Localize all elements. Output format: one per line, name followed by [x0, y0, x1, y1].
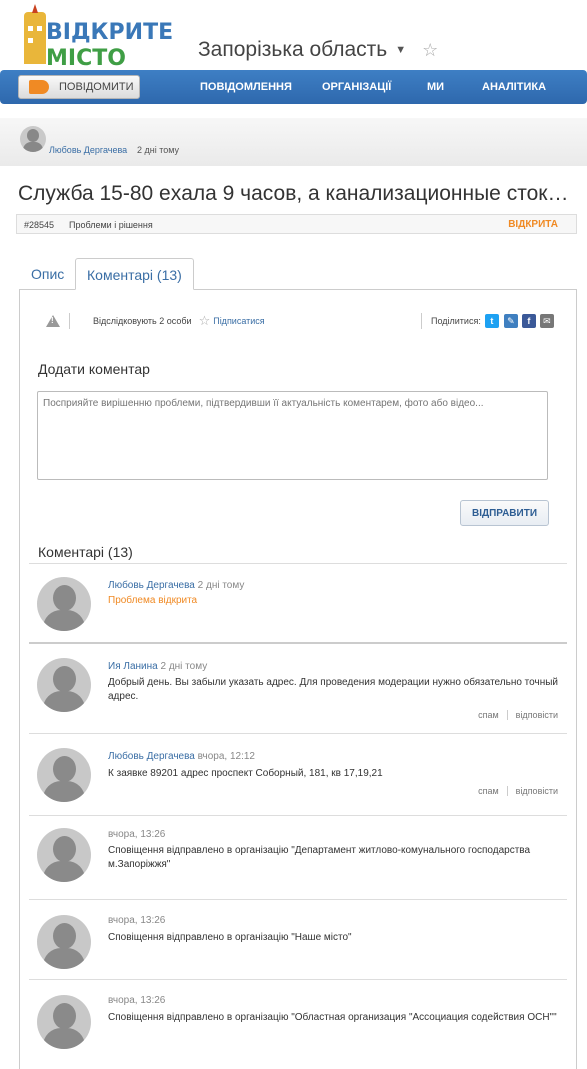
author-time: 2 дні тому — [137, 145, 180, 155]
facebook-icon[interactable]: f — [521, 314, 536, 328]
site-logo[interactable]: ВІДКРИТЕ МІСТО — [18, 4, 173, 71]
report-button-label: ПОВІДОМИТИ — [59, 81, 134, 93]
region-name: Запорізька область — [198, 38, 388, 61]
warning-icon[interactable] — [46, 315, 60, 327]
tab-comments[interactable]: Коментарі (13) — [75, 258, 194, 290]
comment-status: Проблема відкрита — [108, 595, 198, 606]
logo-line1: ВІДКРИТЕ — [46, 20, 174, 45]
comments-heading: Коментарі (13) — [38, 544, 133, 560]
spam-link[interactable]: спам — [478, 710, 499, 720]
author-name[interactable]: Любовь Дергачева — [49, 145, 127, 155]
comment-time: вчора, 13:26 — [108, 915, 166, 926]
reply-link[interactable]: відповісти — [516, 710, 558, 720]
report-button[interactable]: ПОВІДОМИТИ — [18, 75, 140, 99]
star-outline-icon[interactable]: ☆ — [199, 313, 211, 329]
problem-id: #28545 — [24, 220, 55, 230]
add-comment-title: Додати коментар — [38, 361, 150, 377]
list-item: вчора, 13:26 Сповіщення відправлено в ор… — [29, 816, 567, 900]
avatar[interactable] — [37, 577, 91, 631]
list-item: Любовь Дергачева вчора, 12:12 К заявке 8… — [29, 734, 567, 816]
avatar[interactable] — [37, 915, 91, 969]
comment-time: 2 дні тому — [197, 580, 245, 591]
comment-text: Сповіщення відправлено в організацію "Де… — [108, 845, 531, 870]
avatar[interactable] — [20, 126, 46, 152]
page-title: Служба 15-80 exaла 9 часов, а канализаци… — [18, 182, 578, 205]
logo-line2: МІСТО — [46, 46, 126, 71]
nav-item-about[interactable]: МИ — [427, 81, 444, 93]
comment-input[interactable] — [37, 391, 548, 480]
star-outline-icon[interactable]: ☆ — [422, 40, 438, 61]
megaphone-icon — [29, 80, 49, 94]
followers-count: Відслідковують 2 особи — [93, 316, 192, 326]
submit-comment-button[interactable]: ВІДПРАВИТИ — [460, 500, 549, 526]
divider — [421, 313, 422, 329]
caret-down-icon: ▼ — [395, 44, 407, 56]
comment-text: Сповіщення відправлено в організацію "Об… — [108, 1012, 557, 1023]
list-item: Любовь Дергачева 2 дні тому Проблема від… — [29, 564, 567, 644]
list-item: вчора, 13:26 Сповіщення відправлено в ор… — [29, 900, 567, 980]
status-badge: ВІДКРИТА — [508, 219, 558, 230]
comment-author[interactable]: Любовь Дергачева — [108, 751, 195, 762]
share-bar: Поділитися: t ✎ f ✉ — [431, 312, 554, 330]
comment-text: К заявке 89201 адрес проспект Соборный, … — [108, 768, 383, 779]
avatar[interactable] — [37, 828, 91, 882]
nav-item-organizations[interactable]: ОРГАНІЗАЦІЇ — [322, 81, 391, 93]
problem-category[interactable]: Проблеми і рішення — [69, 220, 153, 230]
reply-link[interactable]: відповісти — [516, 786, 558, 796]
nav-item-messages[interactable]: ПОВІДОМЛЕННЯ — [200, 81, 292, 93]
tab-description[interactable]: Опис — [20, 258, 75, 290]
avatar[interactable] — [37, 658, 91, 712]
spam-link[interactable]: спам — [478, 786, 499, 796]
vk-icon[interactable]: ✎ — [503, 314, 518, 328]
nav-item-analytics[interactable]: АНАЛІТИКА — [482, 81, 546, 93]
comment-text: Сповіщення відправлено в організацію "На… — [108, 932, 352, 943]
author-strip: Любовь Дергачева 2 дні тому — [0, 118, 587, 166]
email-icon[interactable]: ✉ — [539, 314, 554, 328]
subscribe-link[interactable]: Підписатися — [213, 316, 264, 326]
problem-meta-bar: #28545 Проблеми і рішення ВІДКРИТА — [16, 214, 577, 234]
divider — [69, 313, 70, 329]
twitter-icon[interactable]: t — [484, 314, 499, 328]
comment-time: вчора, 12:12 — [197, 751, 255, 762]
comment-time: вчора, 13:26 — [108, 829, 166, 840]
list-item: Ия Ланина 2 дні тому Добрый день. Вы заб… — [29, 644, 567, 734]
avatar[interactable] — [37, 748, 91, 802]
follow-toolbar: Відслідковують 2 особи ☆ Підписатися — [46, 312, 265, 330]
comment-author[interactable]: Любовь Дергачева — [108, 580, 195, 591]
tower-icon — [24, 4, 46, 64]
comment-text: Добрый день. Вы забыли указать адрес. Дл… — [108, 677, 558, 702]
avatar[interactable] — [37, 995, 91, 1049]
share-label: Поділитися: — [431, 316, 481, 326]
main-navbar: ПОВІДОМИТИ ПОВІДОМЛЕННЯ ОРГАНІЗАЦІЇ МИ А… — [0, 70, 587, 104]
list-item: вчора, 13:26 Сповіщення відправлено в ор… — [29, 980, 567, 1069]
comment-time: 2 дні тому — [160, 661, 208, 672]
comment-author[interactable]: Ия Ланина — [108, 661, 158, 672]
comment-time: вчора, 13:26 — [108, 995, 166, 1006]
region-selector[interactable]: Запорізька область ▼ ☆ — [198, 38, 438, 62]
